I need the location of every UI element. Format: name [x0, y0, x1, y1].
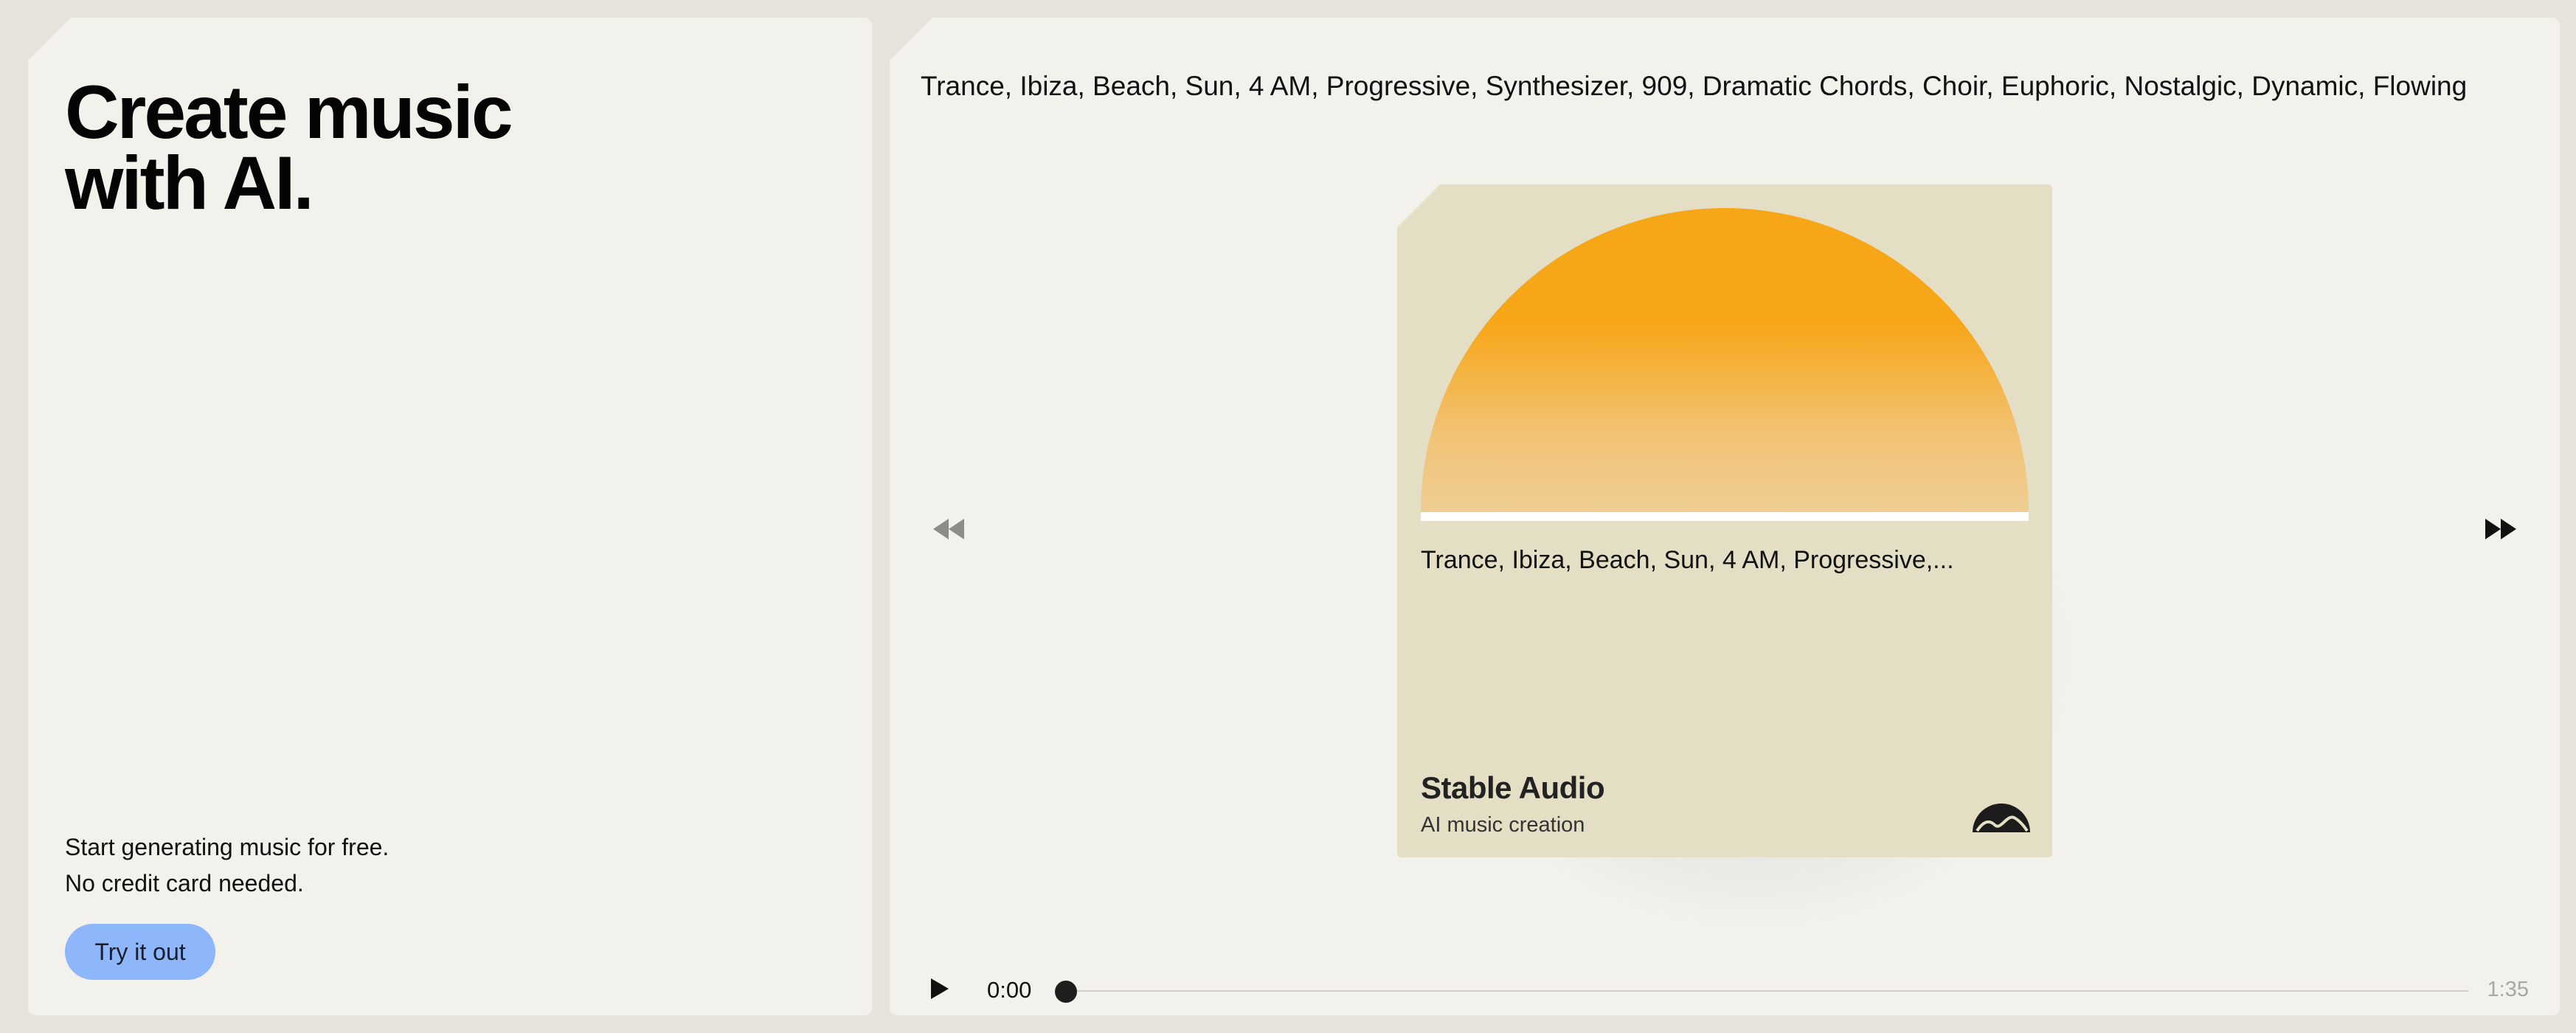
player-panel: Trance, Ibiza, Beach, Sun, 4 AM, Progres…: [890, 18, 2560, 1015]
rewind-icon: [933, 519, 964, 539]
sun-artwork: [1421, 208, 2029, 512]
page-headline: Create music with AI.: [65, 70, 513, 225]
headline-line-1: Create music: [65, 70, 513, 154]
brand-name: Stable Audio: [1421, 770, 1605, 805]
next-track-button[interactable]: [2479, 511, 2523, 547]
current-time: 0:00: [987, 977, 1032, 1003]
total-time: 1:35: [2487, 978, 2529, 1001]
headline-line-2: with AI.: [65, 141, 314, 225]
play-button[interactable]: [924, 972, 956, 1005]
progress-track[interactable]: [1064, 990, 2468, 992]
promo-line-1: Start generating music for free.: [65, 834, 389, 860]
horizon-line: [1421, 512, 2029, 521]
track-cover-card[interactable]: Trance, Ibiza, Beach, Sun, 4 AM, Progres…: [1397, 184, 2052, 857]
progress-scrubber[interactable]: [1055, 981, 1077, 1003]
try-it-out-button[interactable]: Try it out: [65, 924, 215, 980]
audio-player: 0:00 1:35: [890, 955, 2560, 1015]
promo-line-2: No credit card needed.: [65, 870, 304, 896]
promo-text: Start generating music for free. No cred…: [65, 829, 389, 902]
brand-subtitle: AI music creation: [1421, 813, 1585, 837]
fast-forward-icon: [2485, 519, 2516, 539]
prompt-text: Trance, Ibiza, Beach, Sun, 4 AM, Progres…: [921, 71, 2468, 101]
card-caption: Trance, Ibiza, Beach, Sun, 4 AM, Progres…: [1421, 546, 1954, 574]
hero-panel: Create music with AI. Start generating m…: [28, 18, 872, 1015]
stable-audio-logo-icon: [1973, 804, 2030, 832]
play-icon: [931, 978, 949, 999]
previous-track-button[interactable]: [927, 511, 971, 547]
